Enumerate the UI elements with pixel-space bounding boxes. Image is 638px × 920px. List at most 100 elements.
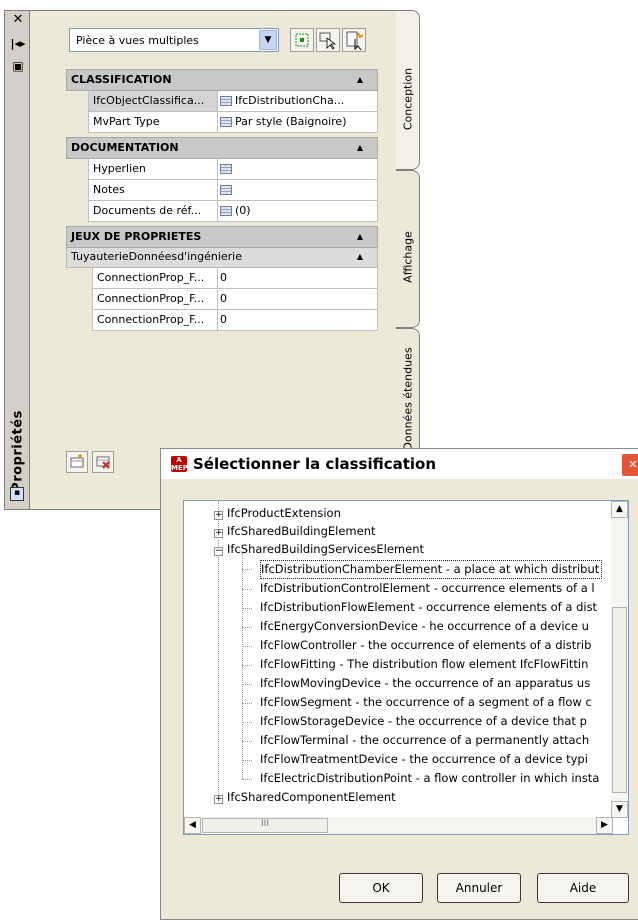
row-gutter	[66, 91, 88, 112]
expand-icon[interactable]: +	[214, 529, 223, 538]
tree-leaf[interactable]: IfcFlowSegment - the occurrence of a seg…	[260, 694, 592, 711]
scroll-right-button[interactable]: ▶	[596, 817, 613, 834]
property-value: 0	[220, 271, 227, 284]
select-objects-button[interactable]	[316, 28, 340, 52]
palette-menu-icon[interactable]: ▪	[10, 487, 24, 501]
vertical-scroll-thumb[interactable]	[612, 607, 627, 793]
palette-properties-icon[interactable]: ▣	[10, 59, 26, 73]
property-value-cell[interactable]	[218, 180, 378, 201]
scroll-left-button[interactable]: ◀	[184, 817, 201, 834]
property-value-cell[interactable]: 0	[218, 310, 378, 331]
tree-leaf[interactable]: IfcEnergyConversionDevice - he occurrenc…	[260, 618, 589, 635]
tree-node[interactable]: + IfcSharedComponentElement	[214, 789, 396, 805]
horizontal-scrollbar[interactable]: ◀ III ▶	[184, 817, 613, 834]
select-classification-dialog: A MEP Sélectionner la classification ✕ + I…	[160, 448, 638, 920]
tree-connector	[242, 779, 252, 780]
tree-node-label: IfcSharedBuildingElement	[227, 524, 376, 538]
vertical-scrollbar[interactable]: ▲ ▼	[611, 501, 628, 818]
tree-leaf[interactable]: IfcDistributionControlElement - occurren…	[260, 580, 595, 597]
add-property-set-button[interactable]	[66, 451, 88, 473]
classification-tree[interactable]: + IfcProductExtension + IfcSharedBuildingE…	[183, 500, 629, 835]
palette-title-bar[interactable]: ✕ |◂▸ ▣ Propriétés ▪	[4, 10, 30, 510]
category-classification[interactable]: CLASSIFICATION ▲	[66, 69, 378, 91]
property-row[interactable]: Notes	[66, 180, 378, 201]
tree-leaf[interactable]: IfcFlowMovingDevice - the occurrence of …	[260, 675, 590, 692]
tree-leaf[interactable]: IfcElectricDistributionPoint - a flow co…	[260, 770, 599, 787]
property-row[interactable]: ConnectionProp_F... 0	[66, 268, 378, 289]
property-name: IfcObjectClassifica...	[88, 91, 218, 112]
collapse-icon[interactable]: ▲	[357, 248, 363, 266]
select-objects-icon	[319, 32, 337, 50]
tree-node[interactable]: + IfcSharedBuildingElement	[214, 523, 376, 539]
property-value-cell[interactable]: IfcDistributionCha...	[218, 91, 378, 112]
collapse-icon[interactable]: ▲	[357, 138, 363, 158]
category-title: DOCUMENTATION	[71, 141, 179, 154]
style-select[interactable]: Pièce à vues multiples ▼	[69, 28, 279, 52]
remove-property-set-button[interactable]	[92, 451, 114, 473]
tree-leaf[interactable]: IfcFlowController - the occurrence of el…	[260, 637, 591, 654]
collapse-icon[interactable]: ▲	[357, 70, 363, 90]
tree-connector	[242, 553, 243, 779]
property-name: MvPart Type	[88, 112, 218, 133]
auto-hide-icon[interactable]: |◂▸	[10, 37, 26, 51]
tree-leaf[interactable]: IfcFlowStorageDevice - the occurrence of…	[260, 713, 587, 730]
pickadd-icon	[346, 31, 364, 51]
tab-conception[interactable]: Conception	[396, 10, 420, 170]
property-value-cell[interactable]: 0	[218, 289, 378, 310]
property-value-cell[interactable]	[218, 159, 378, 180]
add-property-set-icon	[70, 454, 84, 468]
chevron-down-icon[interactable]: ▼	[259, 30, 277, 50]
property-value-cell[interactable]: 0	[218, 268, 378, 289]
category-documentation[interactable]: DOCUMENTATION ▲	[66, 137, 378, 159]
expand-icon[interactable]: +	[214, 795, 223, 804]
cancel-button[interactable]: Annuler	[437, 873, 521, 903]
close-button[interactable]: ✕	[621, 453, 638, 477]
dialog-title-bar[interactable]: A MEP Sélectionner la classification ✕	[161, 449, 638, 479]
property-row[interactable]: Documents de réf... (0)	[66, 201, 378, 222]
property-row[interactable]: IfcObjectClassifica... IfcDistributionCh…	[66, 91, 378, 112]
tab-label: Conception	[401, 67, 415, 131]
tree-node[interactable]: + IfcProductExtension	[214, 505, 341, 521]
expand-icon[interactable]: +	[214, 511, 223, 520]
row-gutter	[66, 201, 88, 222]
pickadd-toggle-button[interactable]	[342, 28, 366, 52]
table-icon	[220, 117, 232, 127]
quick-select-button[interactable]	[290, 28, 314, 52]
property-value-cell[interactable]: (0)	[218, 201, 378, 222]
quick-select-icon	[295, 33, 309, 47]
tab-affichage[interactable]: Affichage	[396, 170, 420, 328]
scroll-down-button[interactable]: ▼	[611, 801, 628, 818]
tree-leaf[interactable]: IfcDistributionFlowElement - occurrence …	[260, 599, 597, 616]
scroll-up-button[interactable]: ▲	[611, 501, 628, 518]
collapse-icon[interactable]: −	[214, 547, 223, 556]
tab-label: Affichage	[401, 231, 415, 283]
property-value: (0)	[235, 204, 251, 217]
property-row[interactable]: Hyperlien	[66, 159, 378, 180]
subcategory-title: TuyauterieDonnéesd'ingénierie	[71, 250, 243, 263]
table-icon	[220, 96, 232, 106]
tree-connector	[242, 627, 252, 628]
property-row[interactable]: ConnectionProp_F... 0	[66, 289, 378, 310]
tree-leaf[interactable]: IfcFlowTreatmentDevice - the occurrence …	[260, 751, 588, 768]
close-icon[interactable]: ✕	[10, 13, 26, 27]
property-value-cell[interactable]: Par style (Baignoire)	[218, 112, 378, 133]
tree-leaf[interactable]: IfcFlowTerminal - the occurrence of a pe…	[260, 732, 589, 749]
property-name: Documents de réf...	[88, 201, 218, 222]
tree-connector	[242, 684, 252, 685]
tree-connector	[242, 608, 252, 609]
tree-leaf[interactable]: IfcFlowFitting - The distribution flow e…	[260, 656, 588, 673]
category-property-sets[interactable]: JEUX DE PROPRIETES ▲	[66, 226, 378, 248]
property-row[interactable]: ConnectionProp_F... 0	[66, 310, 378, 331]
row-gutter	[66, 310, 92, 331]
ok-button[interactable]: OK	[339, 873, 423, 903]
tree-node[interactable]: − IfcSharedBuildingServicesElement	[214, 541, 424, 557]
horizontal-scroll-thumb[interactable]: III	[202, 818, 328, 833]
help-button[interactable]: Aide	[537, 873, 629, 903]
category-title: JEUX DE PROPRIETES	[71, 230, 202, 243]
subcategory-header[interactable]: TuyauterieDonnéesd'ingénierie ▲	[66, 248, 378, 268]
collapse-icon[interactable]: ▲	[357, 227, 363, 247]
row-gutter	[66, 268, 92, 289]
property-row[interactable]: MvPart Type Par style (Baignoire)	[66, 112, 378, 133]
tree-leaf-selected[interactable]: IfcDistributionChamberElement - a place …	[260, 560, 603, 579]
tree-connector	[242, 665, 252, 666]
